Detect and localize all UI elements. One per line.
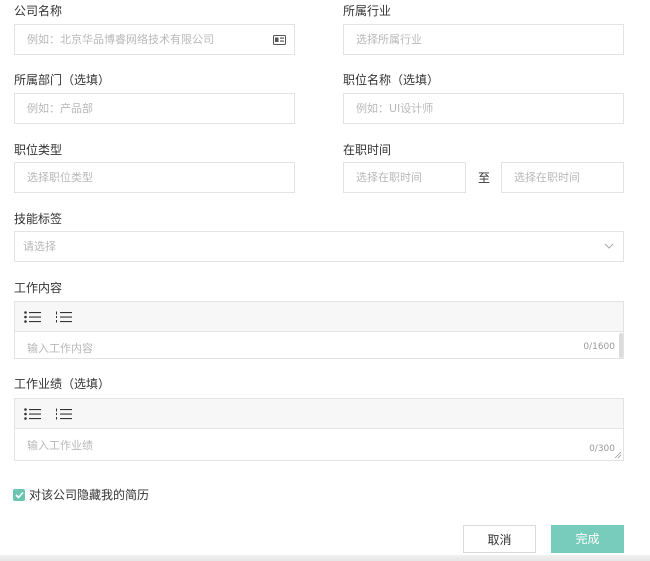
tenure-start-placeholder: 选择在职时间 <box>356 170 422 184</box>
position-type-placeholder: 选择职位类型 <box>27 170 93 184</box>
position-name-input[interactable]: 例如：UI设计师 <box>343 93 624 124</box>
hide-resume-label: 对该公司隐藏我的简历 <box>29 488 150 502</box>
work-content-count: 0/1600 <box>583 342 615 352</box>
hide-resume-checkbox[interactable] <box>13 489 25 501</box>
tenure-end-select[interactable]: 选择在职时间 <box>501 162 624 193</box>
work-content-textarea[interactable]: 输入工作内容 <box>27 340 93 356</box>
work-content-scrollbar[interactable] <box>619 333 623 358</box>
tenure-start-select[interactable]: 选择在职时间 <box>343 162 466 193</box>
position-type-label: 职位类型 <box>14 143 63 157</box>
tenure-label: 在职时间 <box>343 143 392 157</box>
bullet-list-icon[interactable] <box>24 407 42 421</box>
work-content-label: 工作内容 <box>14 281 63 295</box>
work-experience-form: 公司名称 例如：北京华品博睿网络技术有限公司 所属行业 选择所属行业 所属部门（… <box>0 0 650 561</box>
industry-placeholder: 选择所属行业 <box>356 32 422 46</box>
cancel-button[interactable]: 取消 <box>463 525 536 553</box>
tenure-end-placeholder: 选择在职时间 <box>514 170 580 184</box>
skills-label: 技能标签 <box>14 212 63 226</box>
position-name-label: 职位名称（选填） <box>343 73 440 87</box>
numbered-list-icon[interactable] <box>55 310 73 324</box>
resize-handle-icon[interactable] <box>614 451 622 459</box>
skills-placeholder: 请选择 <box>23 239 56 253</box>
bullet-list-icon[interactable] <box>24 310 42 324</box>
industry-select[interactable]: 选择所属行业 <box>343 24 624 55</box>
company-placeholder: 例如：北京华品博睿网络技术有限公司 <box>27 32 214 46</box>
achievements-toolbar <box>15 399 623 429</box>
position-name-placeholder: 例如：UI设计师 <box>356 101 434 115</box>
chevron-down-icon[interactable] <box>604 243 614 250</box>
company-label: 公司名称 <box>14 4 63 18</box>
company-input[interactable]: 例如：北京华品博睿网络技术有限公司 <box>14 24 295 55</box>
achievements-label: 工作业绩（选填） <box>14 377 111 391</box>
department-placeholder: 例如：产品部 <box>27 101 93 115</box>
done-button[interactable]: 完成 <box>551 525 624 553</box>
work-content-toolbar <box>15 302 623 332</box>
tenure-separator: 至 <box>478 171 491 185</box>
skills-select[interactable]: 请选择 <box>14 231 624 262</box>
department-label: 所属部门（选填） <box>14 73 111 87</box>
work-content-editor: 输入工作内容 0/1600 <box>14 301 624 359</box>
check-icon <box>14 491 24 499</box>
department-input[interactable]: 例如：产品部 <box>14 93 295 124</box>
position-type-select[interactable]: 选择职位类型 <box>14 162 295 193</box>
id-card-icon[interactable] <box>273 35 286 45</box>
numbered-list-icon[interactable] <box>55 407 73 421</box>
bottom-edge <box>0 555 650 561</box>
achievements-editor: 输入工作业绩 0/300 <box>14 398 624 461</box>
achievements-count: 0/300 <box>589 444 615 454</box>
industry-label: 所属行业 <box>343 4 392 18</box>
achievements-textarea[interactable]: 输入工作业绩 <box>27 437 93 453</box>
hide-resume-option[interactable]: 对该公司隐藏我的简历 <box>13 488 149 502</box>
